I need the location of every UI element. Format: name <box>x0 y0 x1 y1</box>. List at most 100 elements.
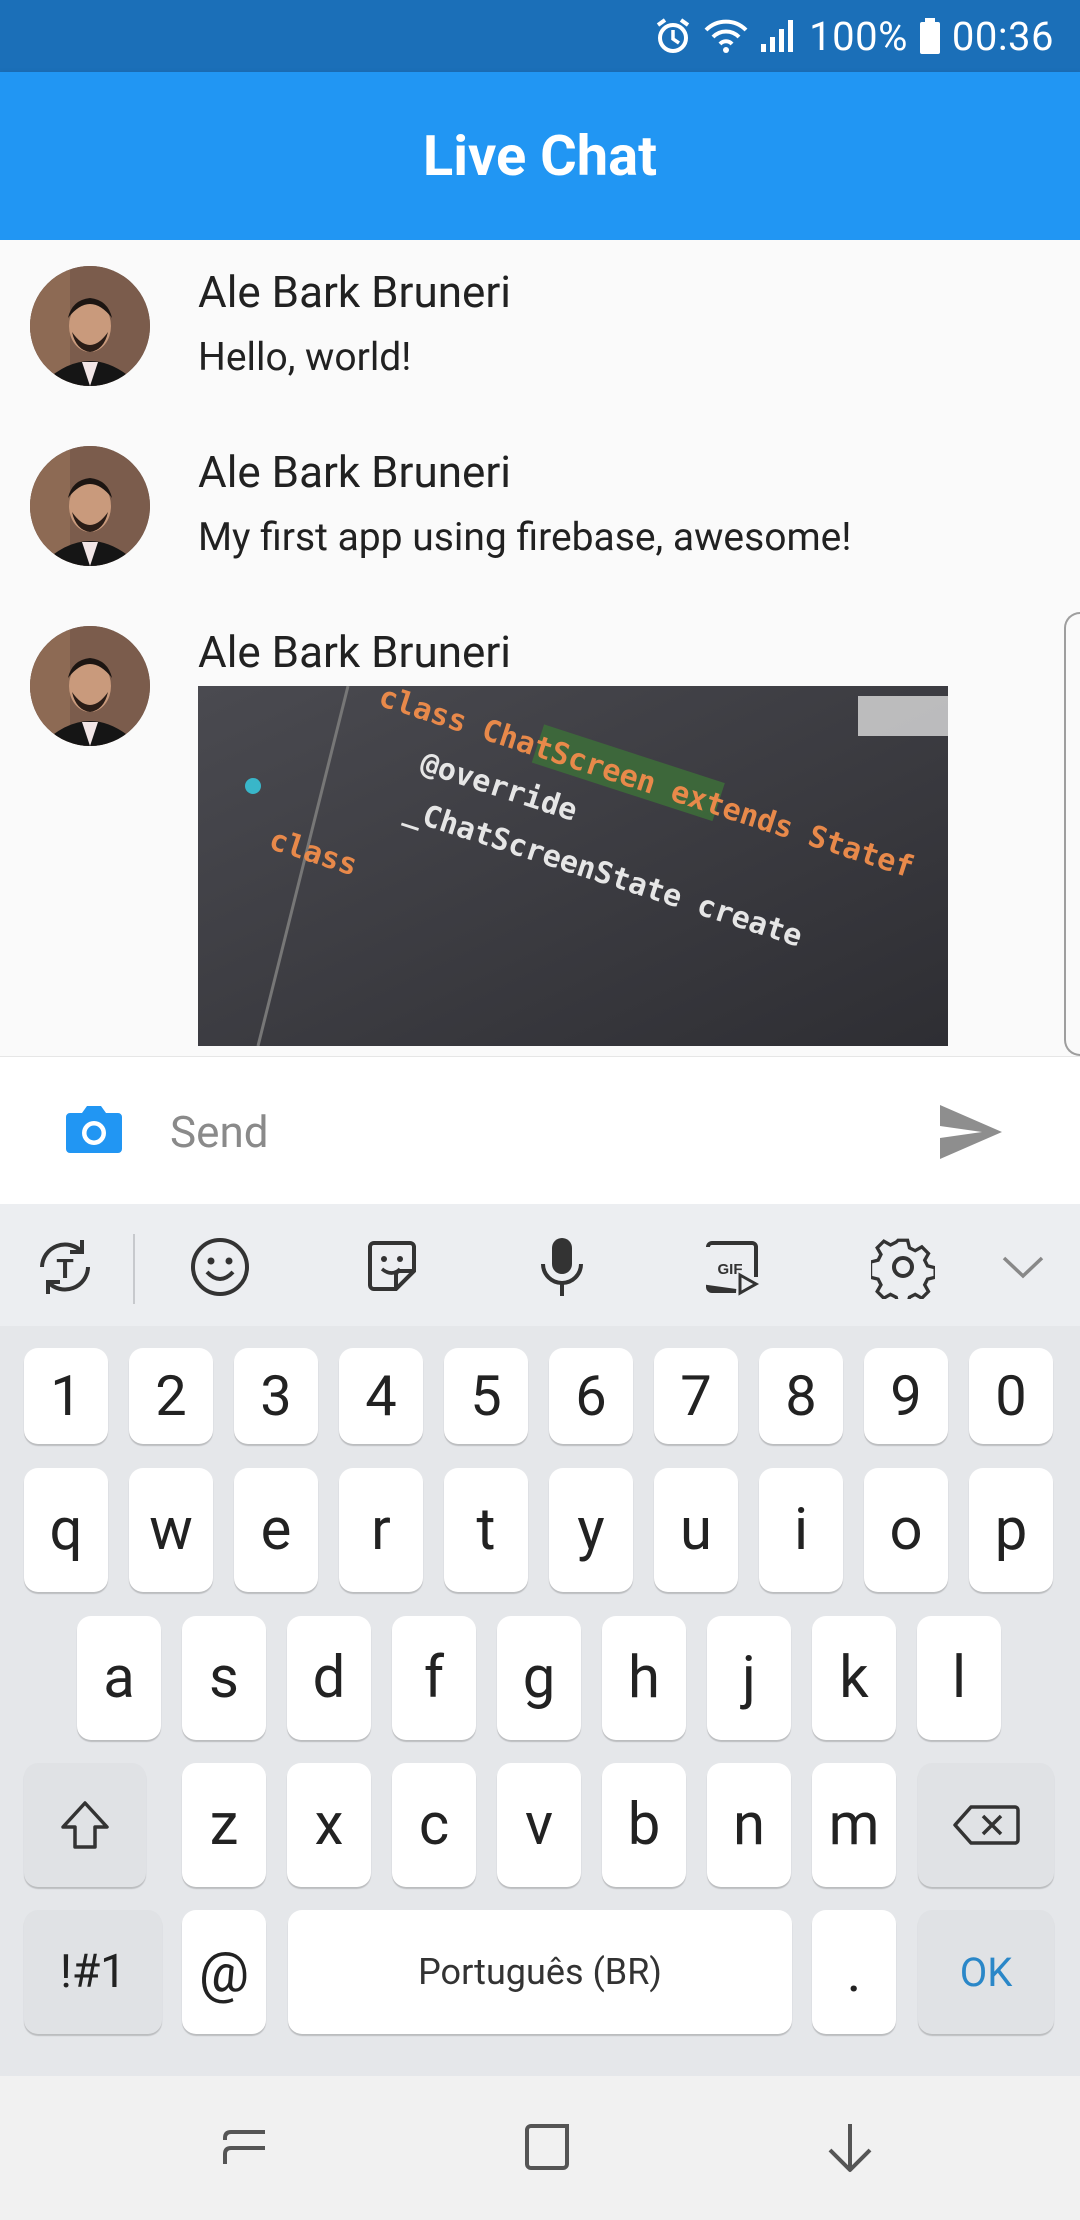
wifi-icon <box>703 16 749 56</box>
ok-key-label: OK <box>959 1948 1013 1996</box>
battery-percent: 100% <box>809 12 908 60</box>
key-s[interactable]: s <box>182 1616 266 1740</box>
key-r[interactable]: r <box>339 1468 423 1592</box>
emoji-button[interactable] <box>185 1234 255 1300</box>
space-key[interactable]: Português (BR) <box>288 1910 792 2034</box>
key-p[interactable]: p <box>969 1468 1053 1592</box>
key-v[interactable]: v <box>497 1763 581 1887</box>
message-text: Hello, world! <box>198 334 412 380</box>
message-list[interactable]: Ale Bark Bruneri Hello, world! Ale Bark … <box>0 240 1080 1056</box>
key-4[interactable]: 4 <box>339 1348 423 1444</box>
key-i[interactable]: i <box>759 1468 843 1592</box>
key-c[interactable]: c <box>392 1763 476 1887</box>
soft-keyboard: 1 2 3 4 5 6 7 8 9 0 q w e r t y u i o p … <box>0 1326 1080 2076</box>
keyboard-settings-button[interactable] <box>868 1234 938 1300</box>
send-button[interactable] <box>936 1097 1006 1167</box>
navigation-bar <box>0 2076 1080 2220</box>
period-key[interactable]: . <box>812 1910 896 2034</box>
key-u[interactable]: u <box>654 1468 738 1592</box>
backspace-key[interactable] <box>918 1763 1054 1887</box>
symbols-key-label: !#1 <box>59 1945 127 1999</box>
key-o[interactable]: o <box>864 1468 948 1592</box>
key-6[interactable]: 6 <box>549 1348 633 1444</box>
ok-key[interactable]: OK <box>918 1910 1054 2034</box>
app-bar: Live Chat <box>0 72 1080 240</box>
message-item: Ale Bark Bruneri Hello, world! <box>0 266 1080 406</box>
home-icon <box>525 2124 569 2170</box>
battery-icon <box>918 16 942 56</box>
key-a[interactable]: a <box>77 1616 161 1740</box>
sender-name: Ale Bark Bruneri <box>198 626 511 678</box>
home-button[interactable] <box>507 2112 587 2184</box>
camera-icon <box>66 1106 122 1153</box>
key-b[interactable]: b <box>602 1763 686 1887</box>
key-3[interactable]: 3 <box>234 1348 318 1444</box>
svg-text:T: T <box>56 1253 73 1284</box>
key-5[interactable]: 5 <box>444 1348 528 1444</box>
sticker-button[interactable] <box>357 1234 427 1300</box>
symbols-key[interactable]: !#1 <box>24 1910 162 2034</box>
key-0[interactable]: 0 <box>969 1348 1053 1444</box>
microphone-icon <box>541 1238 583 1296</box>
emoji-icon <box>191 1238 249 1296</box>
app-title: Live Chat <box>422 123 658 189</box>
key-j[interactable]: j <box>707 1616 791 1740</box>
camera-button[interactable] <box>62 1097 126 1161</box>
text-toggle-button[interactable]: T <box>30 1234 100 1300</box>
chevron-down-icon <box>1002 1256 1044 1279</box>
recents-button[interactable] <box>205 2112 285 2184</box>
key-7[interactable]: 7 <box>654 1348 738 1444</box>
message-input[interactable] <box>168 1091 892 1173</box>
key-x[interactable]: x <box>287 1763 371 1887</box>
key-8[interactable]: 8 <box>759 1348 843 1444</box>
key-2[interactable]: 2 <box>129 1348 213 1444</box>
send-icon <box>940 1105 1002 1159</box>
keyboard-toolbar: T GIF <box>0 1204 1080 1328</box>
key-m[interactable]: m <box>812 1763 896 1887</box>
key-q[interactable]: q <box>24 1468 108 1592</box>
key-t[interactable]: t <box>444 1468 528 1592</box>
gif-icon: GIF <box>705 1241 760 1296</box>
key-k[interactable]: k <box>812 1616 896 1740</box>
shift-key[interactable] <box>24 1763 146 1887</box>
key-d[interactable]: d <box>287 1616 371 1740</box>
sticker-icon <box>368 1241 416 1291</box>
key-g[interactable]: g <box>497 1616 581 1740</box>
back-arrow-icon <box>828 2124 872 2172</box>
key-z[interactable]: z <box>182 1763 266 1887</box>
signal-icon <box>759 16 799 56</box>
gif-button[interactable]: GIF <box>697 1234 767 1300</box>
clock: 00:36 <box>951 12 1054 60</box>
key-e[interactable]: e <box>234 1468 318 1592</box>
key-h[interactable]: h <box>602 1616 686 1740</box>
message-item: Ale Bark Bruneri class ChatScreen extend… <box>0 626 1080 1056</box>
key-l[interactable]: l <box>917 1616 1001 1740</box>
recents-icon <box>223 2130 265 2164</box>
message-text: My first app using firebase, awesome! <box>198 514 852 560</box>
key-9[interactable]: 9 <box>864 1348 948 1444</box>
key-1[interactable]: 1 <box>24 1348 108 1444</box>
space-key-label: Português (BR) <box>418 1951 662 1993</box>
at-key[interactable]: @ <box>182 1910 266 2034</box>
status-indicators: 100% 00:36 <box>653 0 1054 72</box>
key-w[interactable]: w <box>129 1468 213 1592</box>
alarm-icon <box>653 16 693 56</box>
message-image[interactable]: class ChatScreen extends Statef @overrid… <box>198 686 948 1046</box>
avatar <box>30 626 150 746</box>
gear-icon <box>871 1238 935 1299</box>
message-composer <box>0 1056 1080 1205</box>
shift-icon <box>61 1801 109 1849</box>
message-item: Ale Bark Bruneri My first app using fire… <box>0 446 1080 586</box>
collapse-keyboard-button[interactable] <box>988 1234 1058 1300</box>
key-y[interactable]: y <box>549 1468 633 1592</box>
scroll-edge <box>1064 612 1080 1056</box>
voice-input-button[interactable] <box>527 1234 597 1300</box>
avatar <box>30 446 150 566</box>
toolbar-divider <box>133 1234 135 1304</box>
sender-name: Ale Bark Bruneri <box>198 446 511 498</box>
key-f[interactable]: f <box>392 1616 476 1740</box>
backspace-icon <box>953 1805 1020 1845</box>
key-n[interactable]: n <box>707 1763 791 1887</box>
back-button[interactable] <box>810 2112 890 2184</box>
avatar <box>30 266 150 386</box>
